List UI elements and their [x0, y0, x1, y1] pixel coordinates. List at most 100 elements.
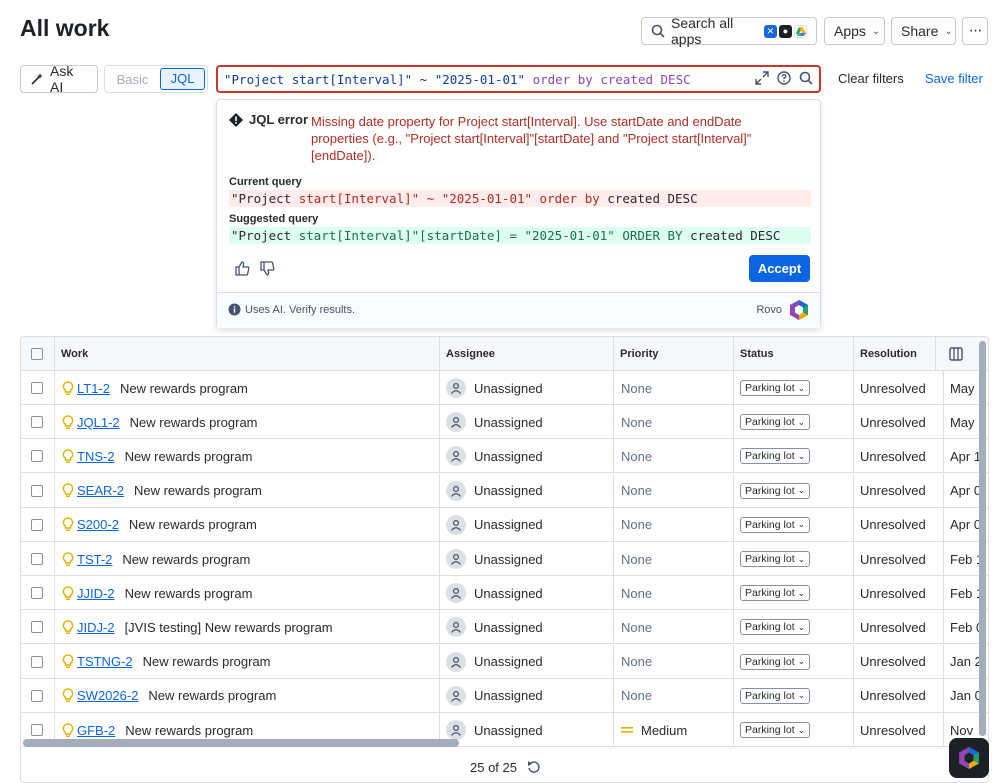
column-header-work[interactable]: Work [55, 337, 440, 371]
work-item-key-link[interactable]: SEAR-2 [77, 483, 124, 498]
row-checkbox[interactable] [31, 553, 43, 565]
status-dropdown[interactable]: Parking lot ⌄ [740, 619, 811, 636]
status-dropdown[interactable]: Parking lot ⌄ [740, 551, 811, 567]
vertical-scrollbar[interactable] [979, 341, 986, 736]
work-item-key-link[interactable]: JJID-2 [77, 586, 115, 601]
work-item-summary[interactable]: [JVIS testing] New rewards program [125, 620, 333, 635]
work-item-key-link[interactable]: TSTNG-2 [77, 654, 133, 669]
status-dropdown[interactable]: Parking lot ⌄ [740, 482, 811, 499]
column-picker-button[interactable] [936, 337, 976, 371]
priority-cell[interactable]: None [614, 576, 734, 611]
status-dropdown[interactable]: Parking lot ⌄ [740, 585, 811, 602]
refresh-icon[interactable] [527, 760, 541, 774]
expand-icon[interactable] [755, 71, 769, 85]
row-checkbox[interactable] [31, 518, 43, 531]
column-header-priority[interactable]: Priority [614, 337, 734, 371]
mode-basic-button[interactable]: Basic [107, 72, 158, 87]
status-dropdown[interactable]: Parking lot ⌄ [740, 414, 811, 431]
column-header-assignee[interactable]: Assignee [440, 337, 614, 371]
assignee-cell[interactable]: Unassigned [440, 507, 614, 542]
work-item-summary[interactable]: New rewards program [143, 654, 271, 669]
work-item-key-link[interactable]: TNS-2 [77, 449, 115, 464]
column-header-status[interactable]: Status [734, 337, 854, 371]
status-dropdown[interactable]: Parking lot ⌄ [740, 653, 811, 670]
work-item-key-link[interactable]: SW2026-2 [77, 688, 138, 703]
table-row[interactable]: SEAR-2 New rewards program Unassigned None P… [21, 473, 988, 508]
priority-cell[interactable]: None [614, 542, 734, 576]
assignee-cell[interactable]: Unassigned [440, 678, 614, 713]
more-actions-button[interactable]: ··· [962, 17, 988, 45]
table-row[interactable]: TNS-2 New rewards program Unassigned None Pa… [21, 439, 988, 474]
assignee-cell[interactable]: Unassigned [440, 405, 614, 440]
work-item-summary[interactable]: New rewards program [122, 552, 250, 567]
assignee-cell[interactable]: Unassigned [440, 542, 614, 576]
table-row[interactable]: SW2026-2 New rewards program Unassigned Non… [21, 678, 988, 713]
priority-cell[interactable]: None [614, 507, 734, 542]
clear-filters-button[interactable]: Clear filters [838, 71, 904, 86]
search-all-apps-button[interactable]: Search all apps ✕ ● [641, 15, 817, 47]
work-item-key-link[interactable]: GFB-2 [77, 723, 115, 738]
priority-cell[interactable]: None [614, 473, 734, 508]
work-item-summary[interactable]: New rewards program [134, 483, 262, 498]
work-item-key-link[interactable]: TST-2 [77, 552, 112, 567]
horizontal-scrollbar[interactable] [23, 739, 459, 747]
assignee-cell[interactable]: Unassigned [440, 576, 614, 611]
save-filter-button[interactable]: Save filter [925, 71, 983, 86]
table-row[interactable]: JIDJ-2 [JVIS testing] New rewards program… [21, 610, 988, 645]
work-item-summary[interactable]: New rewards program [120, 381, 248, 396]
priority-cell[interactable]: None [614, 610, 734, 645]
share-button[interactable]: Share ⌄ [891, 17, 956, 45]
work-item-summary[interactable]: New rewards program [148, 688, 276, 703]
accept-button[interactable]: Accept [749, 255, 810, 282]
ask-ai-button[interactable]: Ask AI [20, 63, 98, 95]
table-row[interactable]: LT1-2 New rewards program Unassigned None Pa… [21, 371, 988, 405]
priority-cell[interactable]: None [614, 678, 734, 713]
rovo-chat-button[interactable] [949, 738, 989, 778]
mode-jql-button[interactable]: JQL [160, 68, 205, 90]
status-dropdown[interactable]: Parking lot ⌄ [740, 516, 811, 533]
apps-button[interactable]: Apps ⌄ [824, 17, 885, 45]
row-checkbox[interactable] [31, 689, 43, 702]
table-row[interactable]: TSTNG-2 New rewards program Unassigned None… [21, 644, 988, 679]
row-checkbox[interactable] [31, 382, 43, 394]
row-checkbox[interactable] [31, 416, 43, 429]
table-row[interactable]: TST-2 New rewards program Unassigned None Pa… [21, 542, 988, 576]
thumbs-down-icon[interactable] [260, 261, 275, 276]
priority-cell[interactable]: None [614, 371, 734, 405]
assignee-cell[interactable]: Unassigned [440, 644, 614, 679]
help-icon[interactable] [777, 71, 791, 85]
row-checkbox[interactable] [31, 655, 43, 668]
status-dropdown[interactable]: Parking lot ⌄ [740, 380, 811, 396]
status-dropdown[interactable]: Parking lot ⌄ [740, 448, 811, 465]
work-item-summary[interactable]: New rewards program [129, 517, 257, 532]
work-item-summary[interactable]: New rewards program [130, 415, 258, 430]
table-row[interactable]: S200-2 New rewards program Unassigned None P… [21, 507, 988, 542]
row-checkbox[interactable] [31, 484, 43, 497]
assignee-cell[interactable]: Unassigned [440, 713, 614, 747]
jql-query-input[interactable]: "Project start[Interval]" ~ "2025-01-01"… [216, 65, 821, 93]
thumbs-up-icon[interactable] [235, 261, 250, 276]
search-icon[interactable] [799, 71, 813, 85]
table-row[interactable]: JQL1-2 New rewards program Unassigned None P… [21, 405, 988, 440]
work-item-summary[interactable]: New rewards program [125, 449, 253, 464]
work-item-key-link[interactable]: JQL1-2 [77, 415, 120, 430]
work-item-summary[interactable]: New rewards program [125, 723, 253, 738]
status-dropdown[interactable]: Parking lot ⌄ [740, 687, 811, 704]
row-checkbox[interactable] [31, 587, 43, 600]
work-item-key-link[interactable]: LT1-2 [77, 381, 110, 396]
row-checkbox[interactable] [31, 724, 43, 736]
assignee-cell[interactable]: Unassigned [440, 473, 614, 508]
assignee-cell[interactable]: Unassigned [440, 371, 614, 405]
column-header-resolution[interactable]: Resolution [854, 337, 936, 371]
table-row[interactable]: JJID-2 New rewards program Unassigned None P… [21, 576, 988, 611]
work-item-key-link[interactable]: S200-2 [77, 517, 119, 532]
priority-cell[interactable]: None [614, 405, 734, 440]
select-all-checkbox[interactable] [31, 348, 43, 360]
status-dropdown[interactable]: Parking lot ⌄ [740, 722, 811, 738]
priority-cell[interactable]: None [614, 439, 734, 474]
row-checkbox[interactable] [31, 450, 43, 463]
priority-cell[interactable]: None [614, 644, 734, 679]
assignee-cell[interactable]: Unassigned [440, 610, 614, 645]
work-item-key-link[interactable]: JIDJ-2 [77, 620, 115, 635]
work-item-summary[interactable]: New rewards program [125, 586, 253, 601]
